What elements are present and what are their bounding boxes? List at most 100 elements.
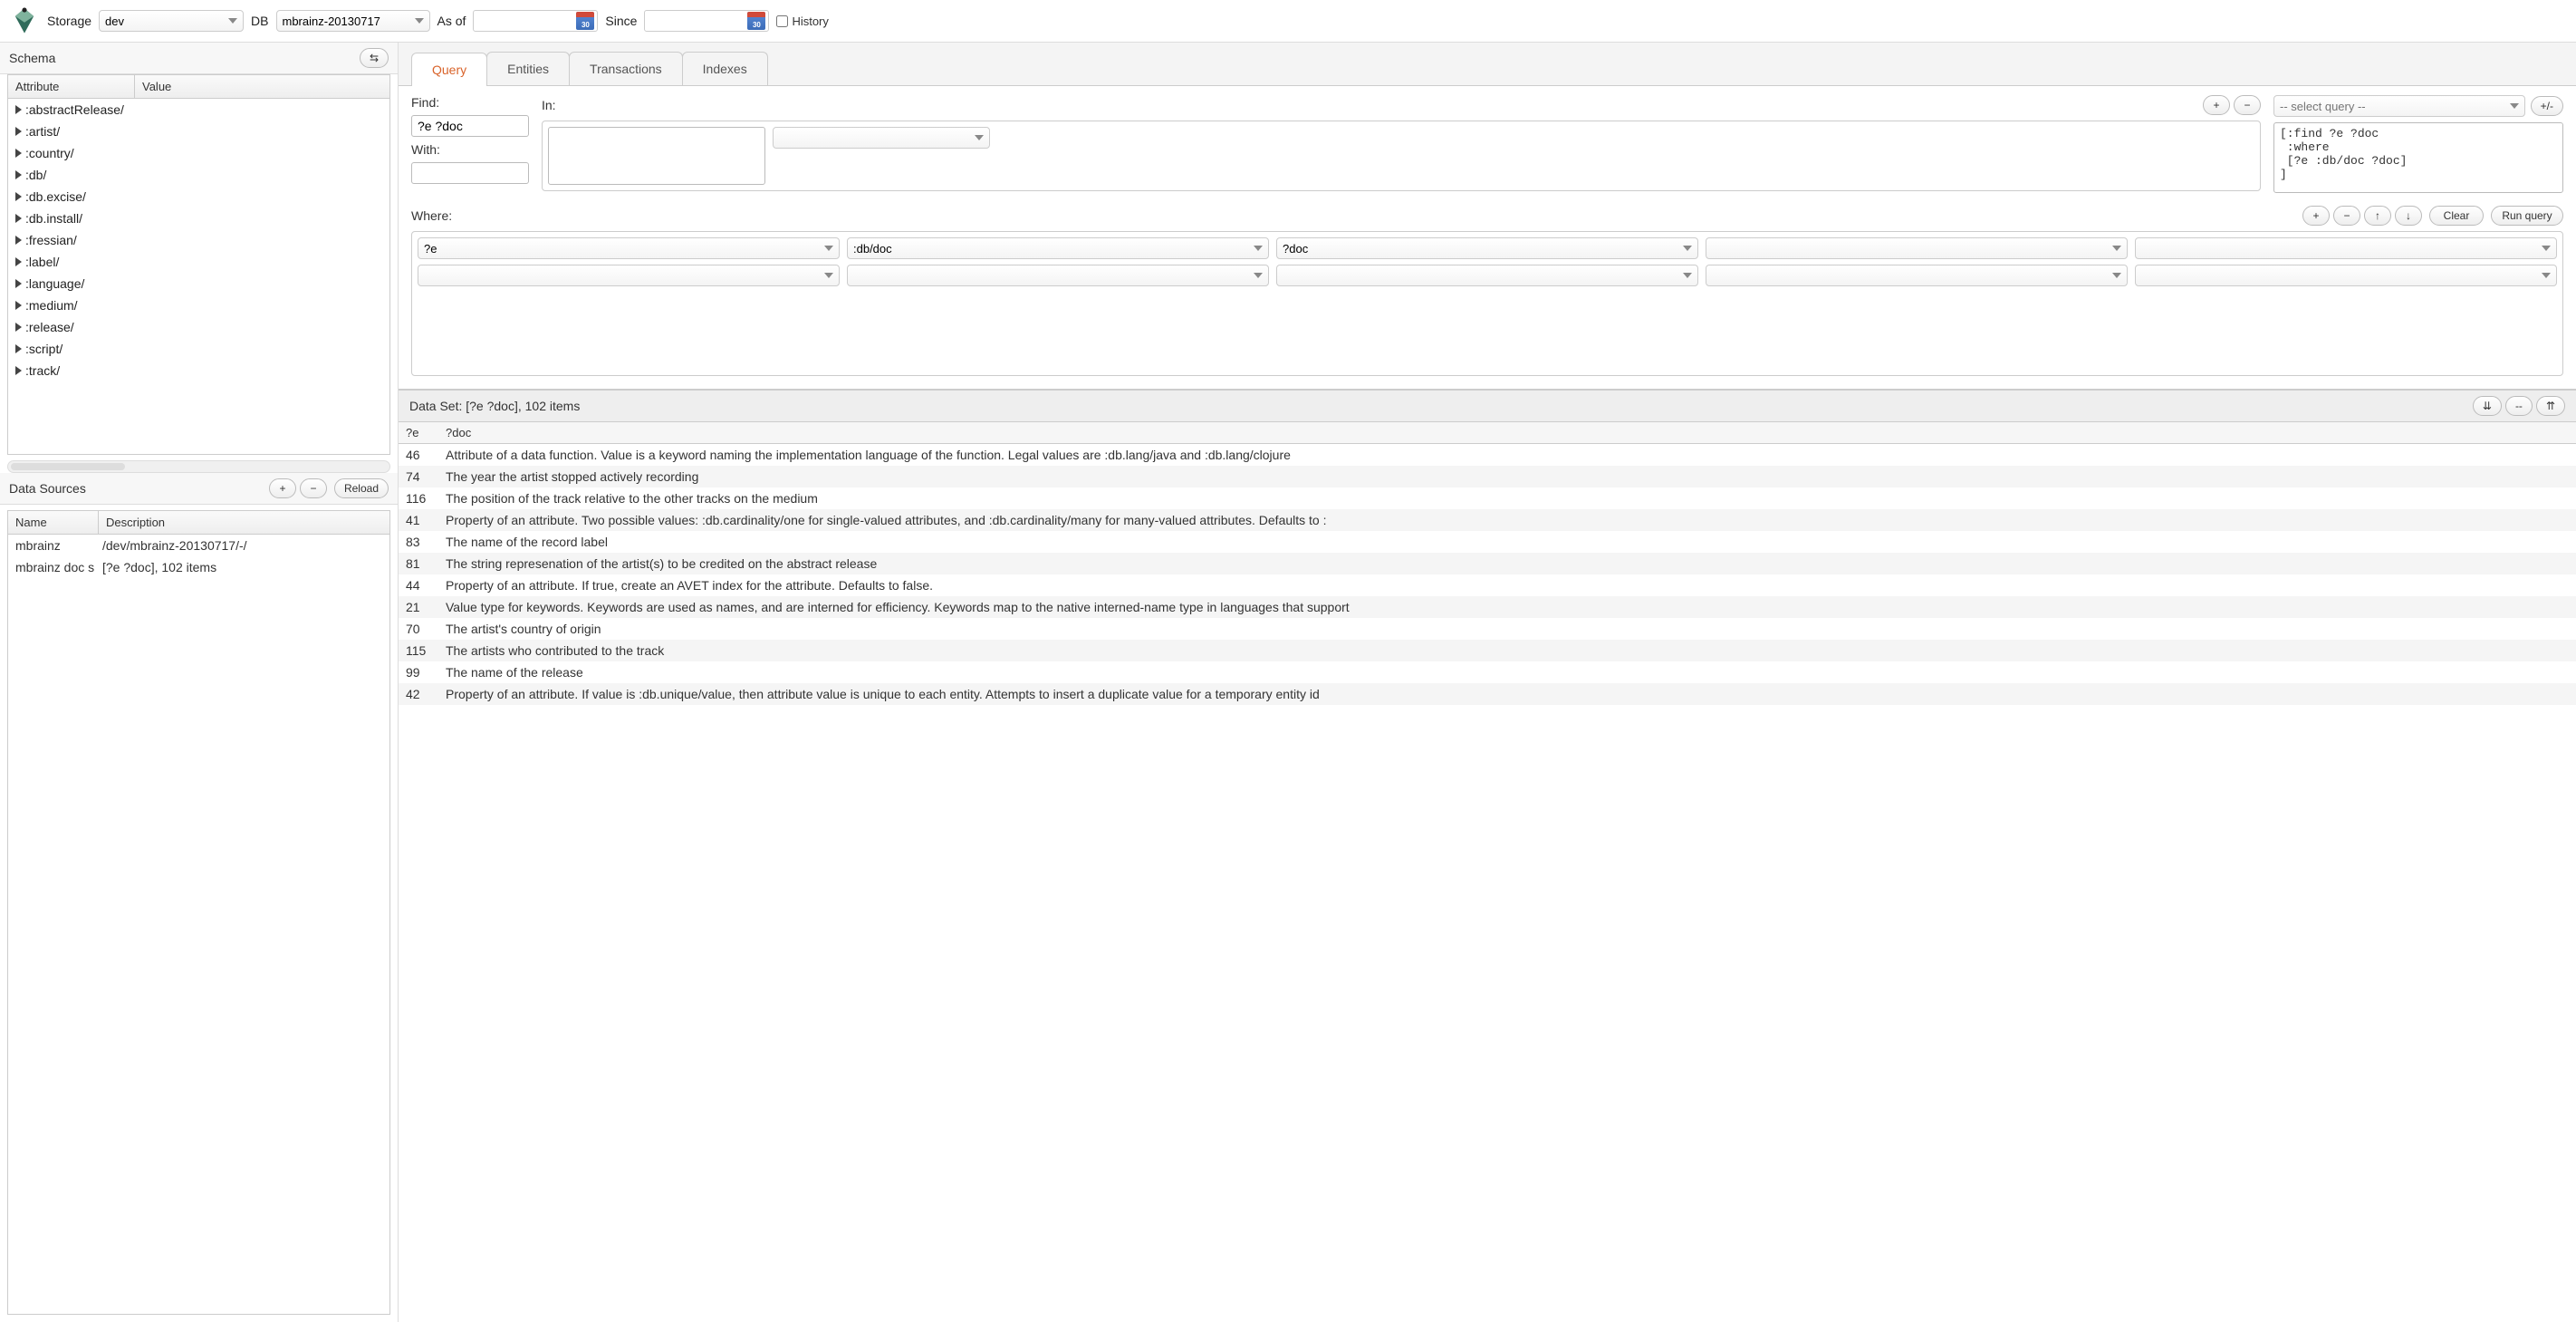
in-add-button[interactable]: + xyxy=(2203,95,2230,115)
clear-button[interactable]: Clear xyxy=(2429,206,2484,226)
chevron-down-icon xyxy=(1683,246,1692,251)
results-row[interactable]: 81The string represenation of the artist… xyxy=(399,553,2576,574)
where-cell[interactable] xyxy=(1706,237,2128,259)
where-cell[interactable] xyxy=(418,265,840,286)
schema-col-attribute[interactable]: Attribute xyxy=(8,75,135,98)
results-row[interactable]: 116The position of the track relative to… xyxy=(399,487,2576,509)
where-add-button[interactable]: + xyxy=(2302,206,2330,226)
schema-tree-item[interactable]: :db/ xyxy=(8,164,389,186)
since-input[interactable] xyxy=(645,14,745,28)
results-col-e[interactable]: ?e xyxy=(399,422,438,443)
where-cell[interactable] xyxy=(2135,237,2557,259)
run-query-button[interactable]: Run query xyxy=(2491,206,2563,226)
schema-tree-item[interactable]: :language/ xyxy=(8,273,389,294)
where-cell-input[interactable] xyxy=(2141,242,2542,256)
results-row[interactable]: 74The year the artist stopped actively r… xyxy=(399,466,2576,487)
results-grid: ?e ?doc 46Attribute of a data function. … xyxy=(399,422,2576,1322)
where-cell-input[interactable] xyxy=(2141,269,2542,283)
results-row[interactable]: 21Value type for keywords. Keywords are … xyxy=(399,596,2576,618)
where-down-button[interactable]: ↓ xyxy=(2395,206,2422,226)
results-cell-doc: Attribute of a data function. Value is a… xyxy=(438,448,2576,462)
in-source-value[interactable] xyxy=(779,131,975,145)
asof-input[interactable] xyxy=(474,14,573,28)
results-row[interactable]: 42Property of an attribute. If value is … xyxy=(399,683,2576,705)
db-select-value[interactable] xyxy=(283,14,415,28)
schema-tree-item[interactable]: :artist/ xyxy=(8,121,389,142)
schema-tree-item[interactable]: :track/ xyxy=(8,360,389,381)
history-checkbox[interactable] xyxy=(776,15,788,27)
datasource-row[interactable]: mbrainz/dev/mbrainz-20130717/-/ xyxy=(8,535,389,556)
results-row[interactable]: 115The artists who contributed to the tr… xyxy=(399,640,2576,661)
schema-tree-item[interactable]: :db.excise/ xyxy=(8,186,389,207)
tab-entities[interactable]: Entities xyxy=(486,52,570,85)
schema-tree-item[interactable]: :medium/ xyxy=(8,294,389,316)
tab-transactions[interactable]: Transactions xyxy=(569,52,683,85)
where-cell[interactable] xyxy=(1276,237,1698,259)
storage-select[interactable] xyxy=(99,10,244,32)
where-remove-button[interactable]: − xyxy=(2333,206,2360,226)
where-cell-input[interactable] xyxy=(853,242,1254,256)
results-row[interactable]: 41Property of an attribute. Two possible… xyxy=(399,509,2576,531)
dataset-expand-button[interactable]: ⇊ xyxy=(2473,396,2502,416)
where-cell-input[interactable] xyxy=(1712,242,2112,256)
tab-query[interactable]: Query xyxy=(411,53,487,86)
schema-title: Schema xyxy=(9,51,55,65)
calendar-icon[interactable]: 30 xyxy=(576,12,594,30)
where-cell[interactable] xyxy=(1276,265,1698,286)
datasource-remove-button[interactable]: − xyxy=(300,478,327,498)
schema-scrollbar[interactable] xyxy=(7,460,390,473)
where-cell-input[interactable] xyxy=(853,269,1254,283)
saved-query-plusminus-button[interactable]: +/- xyxy=(2531,96,2563,116)
datasource-reload-button[interactable]: Reload xyxy=(334,478,389,498)
schema-tree-item[interactable]: :label/ xyxy=(8,251,389,273)
datasource-row[interactable]: mbrainz doc s[?e ?doc], 102 items xyxy=(8,556,389,578)
schema-tree-item[interactable]: :fressian/ xyxy=(8,229,389,251)
with-input[interactable] xyxy=(411,162,529,184)
history-checkbox-wrap[interactable]: History xyxy=(776,14,828,28)
results-cell-doc: The string represenation of the artist(s… xyxy=(438,556,2576,571)
where-cell[interactable] xyxy=(1706,265,2128,286)
dataset-up-button[interactable]: ⇈ xyxy=(2536,396,2565,416)
schema-tree-item[interactable]: :country/ xyxy=(8,142,389,164)
schema-tree-item[interactable]: :db.install/ xyxy=(8,207,389,229)
ds-col-description[interactable]: Description xyxy=(99,511,389,534)
ds-col-name[interactable]: Name xyxy=(8,511,99,534)
where-cell[interactable] xyxy=(847,237,1269,259)
schema-tree-item[interactable]: :release/ xyxy=(8,316,389,338)
results-cell-e: 21 xyxy=(399,600,438,614)
where-cell-input[interactable] xyxy=(1712,269,2112,283)
where-cell[interactable] xyxy=(2135,265,2557,286)
db-select[interactable] xyxy=(276,10,430,32)
calendar-icon[interactable]: 30 xyxy=(747,12,765,30)
schema-collapse-button[interactable]: ⇆ xyxy=(360,48,389,68)
results-row[interactable]: 83The name of the record label xyxy=(399,531,2576,553)
storage-select-value[interactable] xyxy=(105,14,228,28)
where-cell-input[interactable] xyxy=(424,242,824,256)
where-cell[interactable] xyxy=(418,237,840,259)
where-up-button[interactable]: ↑ xyxy=(2364,206,2391,226)
results-row[interactable]: 99The name of the release xyxy=(399,661,2576,683)
where-cell-input[interactable] xyxy=(424,269,824,283)
saved-query-select[interactable] xyxy=(2273,95,2525,117)
results-cell-e: 83 xyxy=(399,535,438,549)
in-remove-button[interactable]: − xyxy=(2234,95,2261,115)
results-row[interactable]: 46Attribute of a data function. Value is… xyxy=(399,444,2576,466)
datasource-add-button[interactable]: + xyxy=(269,478,296,498)
saved-query-value[interactable] xyxy=(2280,100,2510,113)
schema-item-label: :db.excise/ xyxy=(25,189,86,204)
results-row[interactable]: 70The artist's country of origin xyxy=(399,618,2576,640)
in-var-input[interactable] xyxy=(548,127,765,185)
results-row[interactable]: 44Property of an attribute. If true, cre… xyxy=(399,574,2576,596)
tab-indexes[interactable]: Indexes xyxy=(682,52,768,85)
dataset-collapse-button[interactable]: -- xyxy=(2505,396,2533,416)
schema-tree-item[interactable]: :script/ xyxy=(8,338,389,360)
schema-tree-item[interactable]: :abstractRelease/ xyxy=(8,99,389,121)
expand-icon xyxy=(15,170,22,179)
where-cell-input[interactable] xyxy=(1283,242,1683,256)
where-cell[interactable] xyxy=(847,265,1269,286)
find-input[interactable] xyxy=(411,115,529,137)
schema-col-value[interactable]: Value xyxy=(135,75,389,98)
results-col-doc[interactable]: ?doc xyxy=(438,422,2576,443)
where-cell-input[interactable] xyxy=(1283,269,1683,283)
in-source-select[interactable] xyxy=(773,127,990,149)
